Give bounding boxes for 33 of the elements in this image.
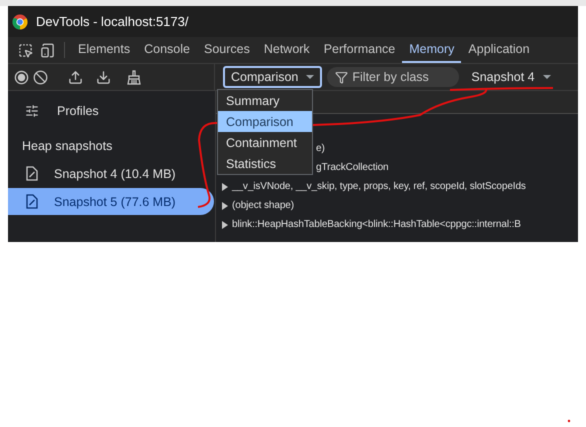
filter-icon — [335, 70, 348, 84]
annotation-dot — [568, 420, 570, 422]
menu-option[interactable]: Containment — [218, 132, 312, 153]
window-title: DevTools - localhost:5173/ — [36, 14, 188, 29]
section-heading: Heap snapshots — [21, 138, 114, 155]
record-icon[interactable] — [14, 70, 29, 84]
panel-tab[interactable]: Sources — [196, 37, 257, 63]
baseline-select[interactable]: Snapshot 4 — [463, 66, 559, 88]
file-icon — [26, 166, 38, 181]
menu-option[interactable]: Summary — [218, 90, 312, 111]
filter-field[interactable]: Filter by class — [327, 67, 460, 87]
expand-triangle-icon[interactable] — [222, 220, 228, 228]
expand-triangle-icon[interactable] — [222, 202, 228, 210]
sliders-icon — [25, 104, 39, 118]
class-name: e) — [316, 143, 325, 154]
panel-tab[interactable]: Network — [256, 37, 317, 63]
class-name: blink::HeapHashTableBacking<blink::HashTable<cppgc::internal::B — [232, 219, 521, 230]
snapshot-item[interactable]: Snapshot 4 (10.4 MB) — [8, 160, 214, 187]
class-name: gTrackCollection — [316, 162, 389, 173]
menu-option[interactable]: Comparison — [218, 111, 312, 132]
broom-icon[interactable] — [127, 70, 141, 84]
snapshot-item[interactable]: Snapshot 5 (77.6 MB) — [8, 188, 214, 215]
profiles-label[interactable]: Profiles — [57, 104, 99, 118]
panel-tab[interactable]: Performance — [316, 37, 402, 63]
expand-triangle-icon[interactable] — [222, 182, 228, 190]
menu-option[interactable]: Statistics — [218, 153, 312, 174]
class-name: __v_isVNode, __v_skip, type, props, key, ref, scopeId, slotScopeIds — [232, 181, 526, 192]
file-icon — [26, 194, 38, 209]
browser-logo-icon — [12, 14, 28, 30]
class-name: (object shape) — [232, 200, 294, 211]
panel-tab[interactable]: Application — [461, 37, 537, 63]
panel-tab[interactable]: Console — [137, 37, 197, 63]
panel-tab[interactable]: Elements — [71, 37, 138, 63]
